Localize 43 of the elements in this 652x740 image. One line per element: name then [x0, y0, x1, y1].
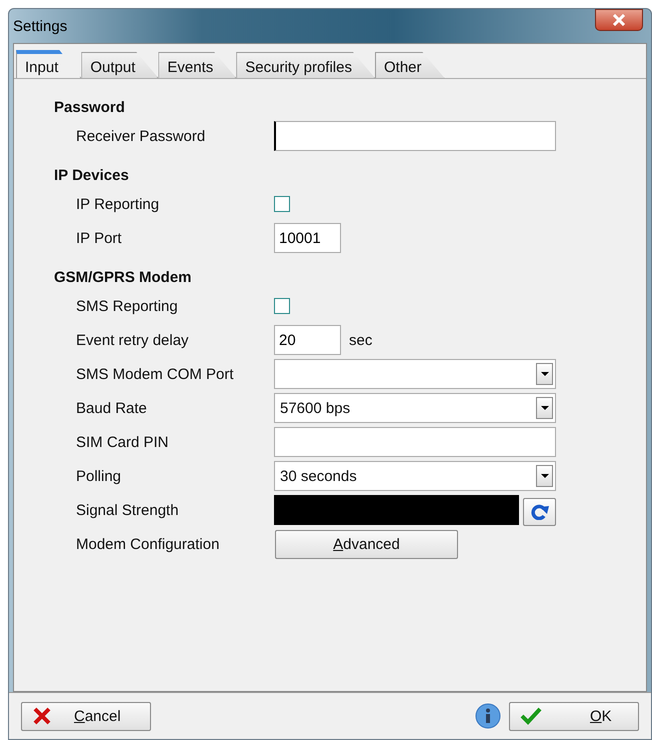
dropdown[interactable]: 57600 bps: [274, 393, 556, 423]
close-button[interactable]: [595, 9, 643, 31]
field-label: SIM Card PIN: [75, 434, 170, 450]
window-title: Settings: [13, 18, 68, 34]
field-label: Baud Rate: [75, 400, 148, 416]
cross-icon: [32, 707, 52, 725]
checkbox[interactable]: [274, 196, 290, 212]
tab[interactable]: Output: [81, 52, 158, 78]
tab[interactable]: Input: [16, 50, 82, 78]
input-field[interactable]: [274, 427, 556, 457]
checkbox[interactable]: [274, 298, 290, 314]
advanced-button[interactable]: Advanced: [275, 530, 458, 558]
field-label: IP Reporting: [75, 196, 160, 212]
checkmark-icon: [520, 707, 542, 725]
section-heading: IP Devices: [54, 166, 130, 186]
field-label: SMS Modem COM Port: [75, 366, 235, 382]
tab[interactable]: Security profiles: [236, 52, 375, 78]
field-label: Modem Configuration: [75, 536, 220, 552]
refresh-button[interactable]: [523, 498, 556, 526]
field-label: Polling: [75, 468, 122, 484]
field-label: SMS Reporting: [75, 298, 179, 314]
caret-icon: [540, 406, 548, 410]
caret-icon: [540, 372, 548, 376]
caret-icon: [540, 474, 548, 478]
input-field[interactable]: 10001: [274, 223, 341, 253]
ok-button[interactable]: OK: [509, 702, 639, 730]
tab[interactable]: Other: [374, 52, 444, 78]
dropdown[interactable]: 30 seconds: [274, 461, 556, 491]
cancel-button[interactable]: Cancel: [21, 702, 151, 730]
field-label: Signal Strength: [75, 502, 180, 518]
input-field[interactable]: 20: [274, 325, 341, 355]
info-icon[interactable]: [475, 703, 501, 729]
tab[interactable]: Events: [158, 52, 236, 78]
close-icon: [612, 14, 626, 26]
unit-label: sec: [349, 332, 372, 348]
dropdown[interactable]: [274, 359, 556, 389]
field-label: Event retry delay: [75, 332, 190, 348]
input-field[interactable]: [274, 121, 556, 151]
field-label: IP Port: [75, 230, 123, 246]
section-heading: Password: [54, 98, 126, 118]
refresh-icon: [528, 504, 550, 520]
section-heading: GSM/GPRS Modem: [54, 268, 193, 288]
field-label: Receiver Password: [75, 128, 206, 144]
